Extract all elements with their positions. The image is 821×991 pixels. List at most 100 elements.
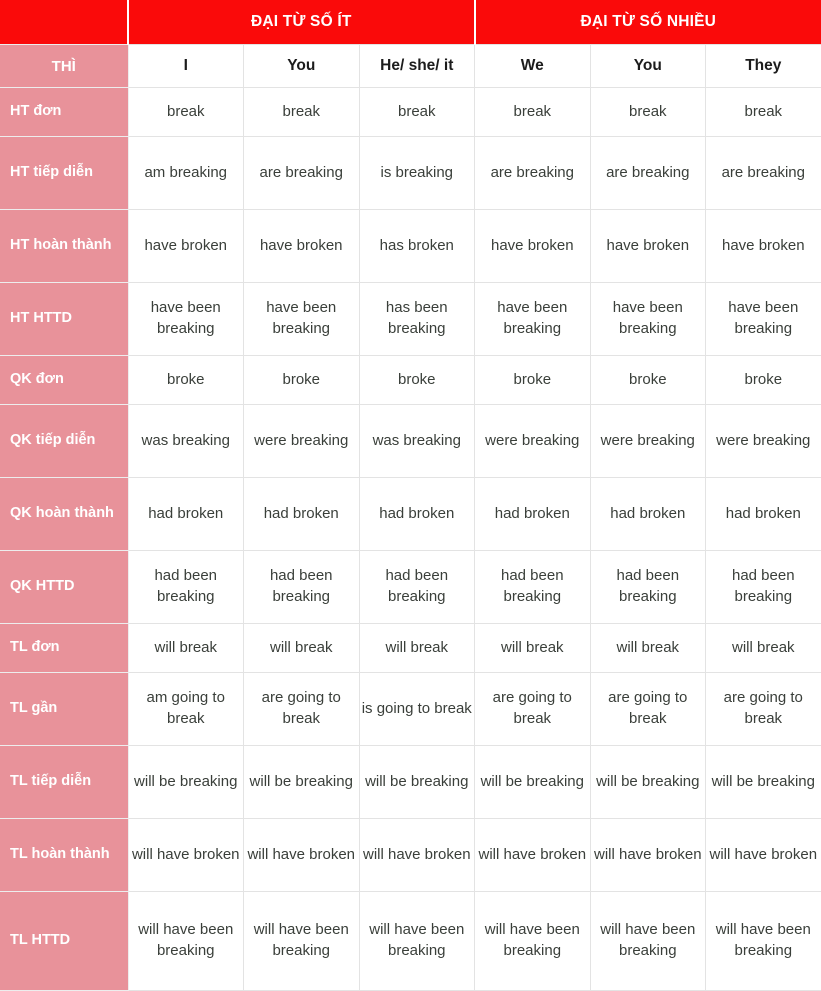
cell: had broken xyxy=(243,477,360,551)
cell: has broken xyxy=(358,209,476,283)
cell: will break xyxy=(127,623,244,673)
cell: break xyxy=(705,87,821,137)
cell: had broken xyxy=(705,477,821,551)
cell: will have been breaking xyxy=(243,891,360,991)
table-row: TL đơn will break will break will break … xyxy=(0,623,821,673)
row-label-qk-httd: QK HTTD xyxy=(0,550,129,624)
cell: will have broken xyxy=(358,818,476,892)
cell: are breaking xyxy=(474,136,591,210)
cell: had been breaking xyxy=(127,550,244,624)
row-label-tl-tiep-dien: TL tiếp diễn xyxy=(0,745,129,819)
table-row: TL hoàn thành will have broken will have… xyxy=(0,818,821,892)
cell: broke xyxy=(127,355,244,405)
cell: will have been breaking xyxy=(474,891,591,991)
cell: have been breaking xyxy=(705,282,821,356)
table-body: HT đơn break break break break break bre… xyxy=(0,87,821,991)
table-row: QK hoàn thành had broken had broken had … xyxy=(0,477,821,551)
cell: will break xyxy=(243,623,360,673)
cell: had been breaking xyxy=(243,550,360,624)
table-row: QK đơn broke broke broke broke broke bro… xyxy=(0,355,821,405)
cell: had broken xyxy=(127,477,244,551)
row-label-ht-hoan-thanh: HT hoàn thành xyxy=(0,209,129,283)
cell: are breaking xyxy=(589,136,707,210)
cell: will break xyxy=(705,623,821,673)
cell: broke xyxy=(705,355,821,405)
cell: will have been breaking xyxy=(589,891,707,991)
cell: will have broken xyxy=(705,818,821,892)
cell: had been breaking xyxy=(474,550,591,624)
cell: broke xyxy=(243,355,360,405)
cell: had broken xyxy=(358,477,476,551)
cell: broke xyxy=(358,355,476,405)
cell: are going to break xyxy=(705,672,821,746)
table-row: HT tiếp diễn am breaking are breaking is… xyxy=(0,136,821,210)
cell: will have been breaking xyxy=(127,891,244,991)
cell: will break xyxy=(589,623,707,673)
cell: have been breaking xyxy=(127,282,244,356)
cell: will be breaking xyxy=(243,745,360,819)
cell: are going to break xyxy=(589,672,707,746)
table-row: HT HTTD have been breaking have been bre… xyxy=(0,282,821,356)
cell: have been breaking xyxy=(243,282,360,356)
table-row: TL HTTD will have been breaking will hav… xyxy=(0,891,821,991)
cell: will have broken xyxy=(243,818,360,892)
cell: have broken xyxy=(474,209,591,283)
banner-corner-blank xyxy=(0,0,128,45)
row-label-qk-tiep-dien: QK tiếp diễn xyxy=(0,404,129,478)
cell: break xyxy=(358,87,476,137)
person-header-row: THÌ I You He/ she/ it We You They xyxy=(0,44,821,88)
cell: break xyxy=(127,87,244,137)
row-label-tl-httd: TL HTTD xyxy=(0,891,129,991)
table-row: HT đơn break break break break break bre… xyxy=(0,87,821,137)
cell: had broken xyxy=(474,477,591,551)
cell: have broken xyxy=(705,209,821,283)
person-header-he-she-it: He/ she/ it xyxy=(358,44,476,88)
verb-conjugation-table: ĐẠI TỪ SỐ ÍT ĐẠI TỪ SỐ NHIỀU THÌ I You H… xyxy=(0,0,821,991)
cell: will be breaking xyxy=(705,745,821,819)
cell: will have broken xyxy=(127,818,244,892)
group-header-singular: ĐẠI TỪ SỐ ÍT xyxy=(127,0,475,45)
cell: will have broken xyxy=(589,818,707,892)
cell: break xyxy=(243,87,360,137)
cell: have broken xyxy=(243,209,360,283)
cell: has been breaking xyxy=(358,282,476,356)
cell: break xyxy=(589,87,707,137)
cell: were breaking xyxy=(589,404,707,478)
cell: am breaking xyxy=(127,136,244,210)
cell: had been breaking xyxy=(705,550,821,624)
cell: had been breaking xyxy=(358,550,476,624)
table-row: TL tiếp diễn will be breaking will be br… xyxy=(0,745,821,819)
cell: are going to break xyxy=(474,672,591,746)
cell: will be breaking xyxy=(358,745,476,819)
cell: were breaking xyxy=(243,404,360,478)
group-header-row: ĐẠI TỪ SỐ ÍT ĐẠI TỪ SỐ NHIỀU xyxy=(0,0,821,45)
person-header-we: We xyxy=(474,44,591,88)
cell: am going to break xyxy=(127,672,244,746)
cell: was breaking xyxy=(127,404,244,478)
cell: will have been breaking xyxy=(705,891,821,991)
table-row: QK HTTD had been breaking had been break… xyxy=(0,550,821,624)
row-label-qk-hoan-thanh: QK hoàn thành xyxy=(0,477,129,551)
corner-label-tense: THÌ xyxy=(0,44,129,88)
cell: will have broken xyxy=(474,818,591,892)
cell: have broken xyxy=(589,209,707,283)
cell: break xyxy=(474,87,591,137)
row-label-ht-httd: HT HTTD xyxy=(0,282,129,356)
cell: will have been breaking xyxy=(358,891,476,991)
cell: will be breaking xyxy=(127,745,244,819)
cell: had been breaking xyxy=(589,550,707,624)
row-label-tl-gan: TL gần xyxy=(0,672,129,746)
row-label-ht-tiep-dien: HT tiếp diễn xyxy=(0,136,129,210)
group-header-plural: ĐẠI TỪ SỐ NHIỀU xyxy=(473,0,821,45)
row-label-tl-hoan-thanh: TL hoàn thành xyxy=(0,818,129,892)
row-label-tl-don: TL đơn xyxy=(0,623,129,673)
cell: is breaking xyxy=(358,136,476,210)
row-label-ht-don: HT đơn xyxy=(0,87,129,137)
table-row: QK tiếp diễn was breaking were breaking … xyxy=(0,404,821,478)
cell: are breaking xyxy=(243,136,360,210)
cell: is going to break xyxy=(358,672,476,746)
cell: will be breaking xyxy=(474,745,591,819)
cell: will break xyxy=(358,623,476,673)
cell: was breaking xyxy=(358,404,476,478)
cell: were breaking xyxy=(474,404,591,478)
